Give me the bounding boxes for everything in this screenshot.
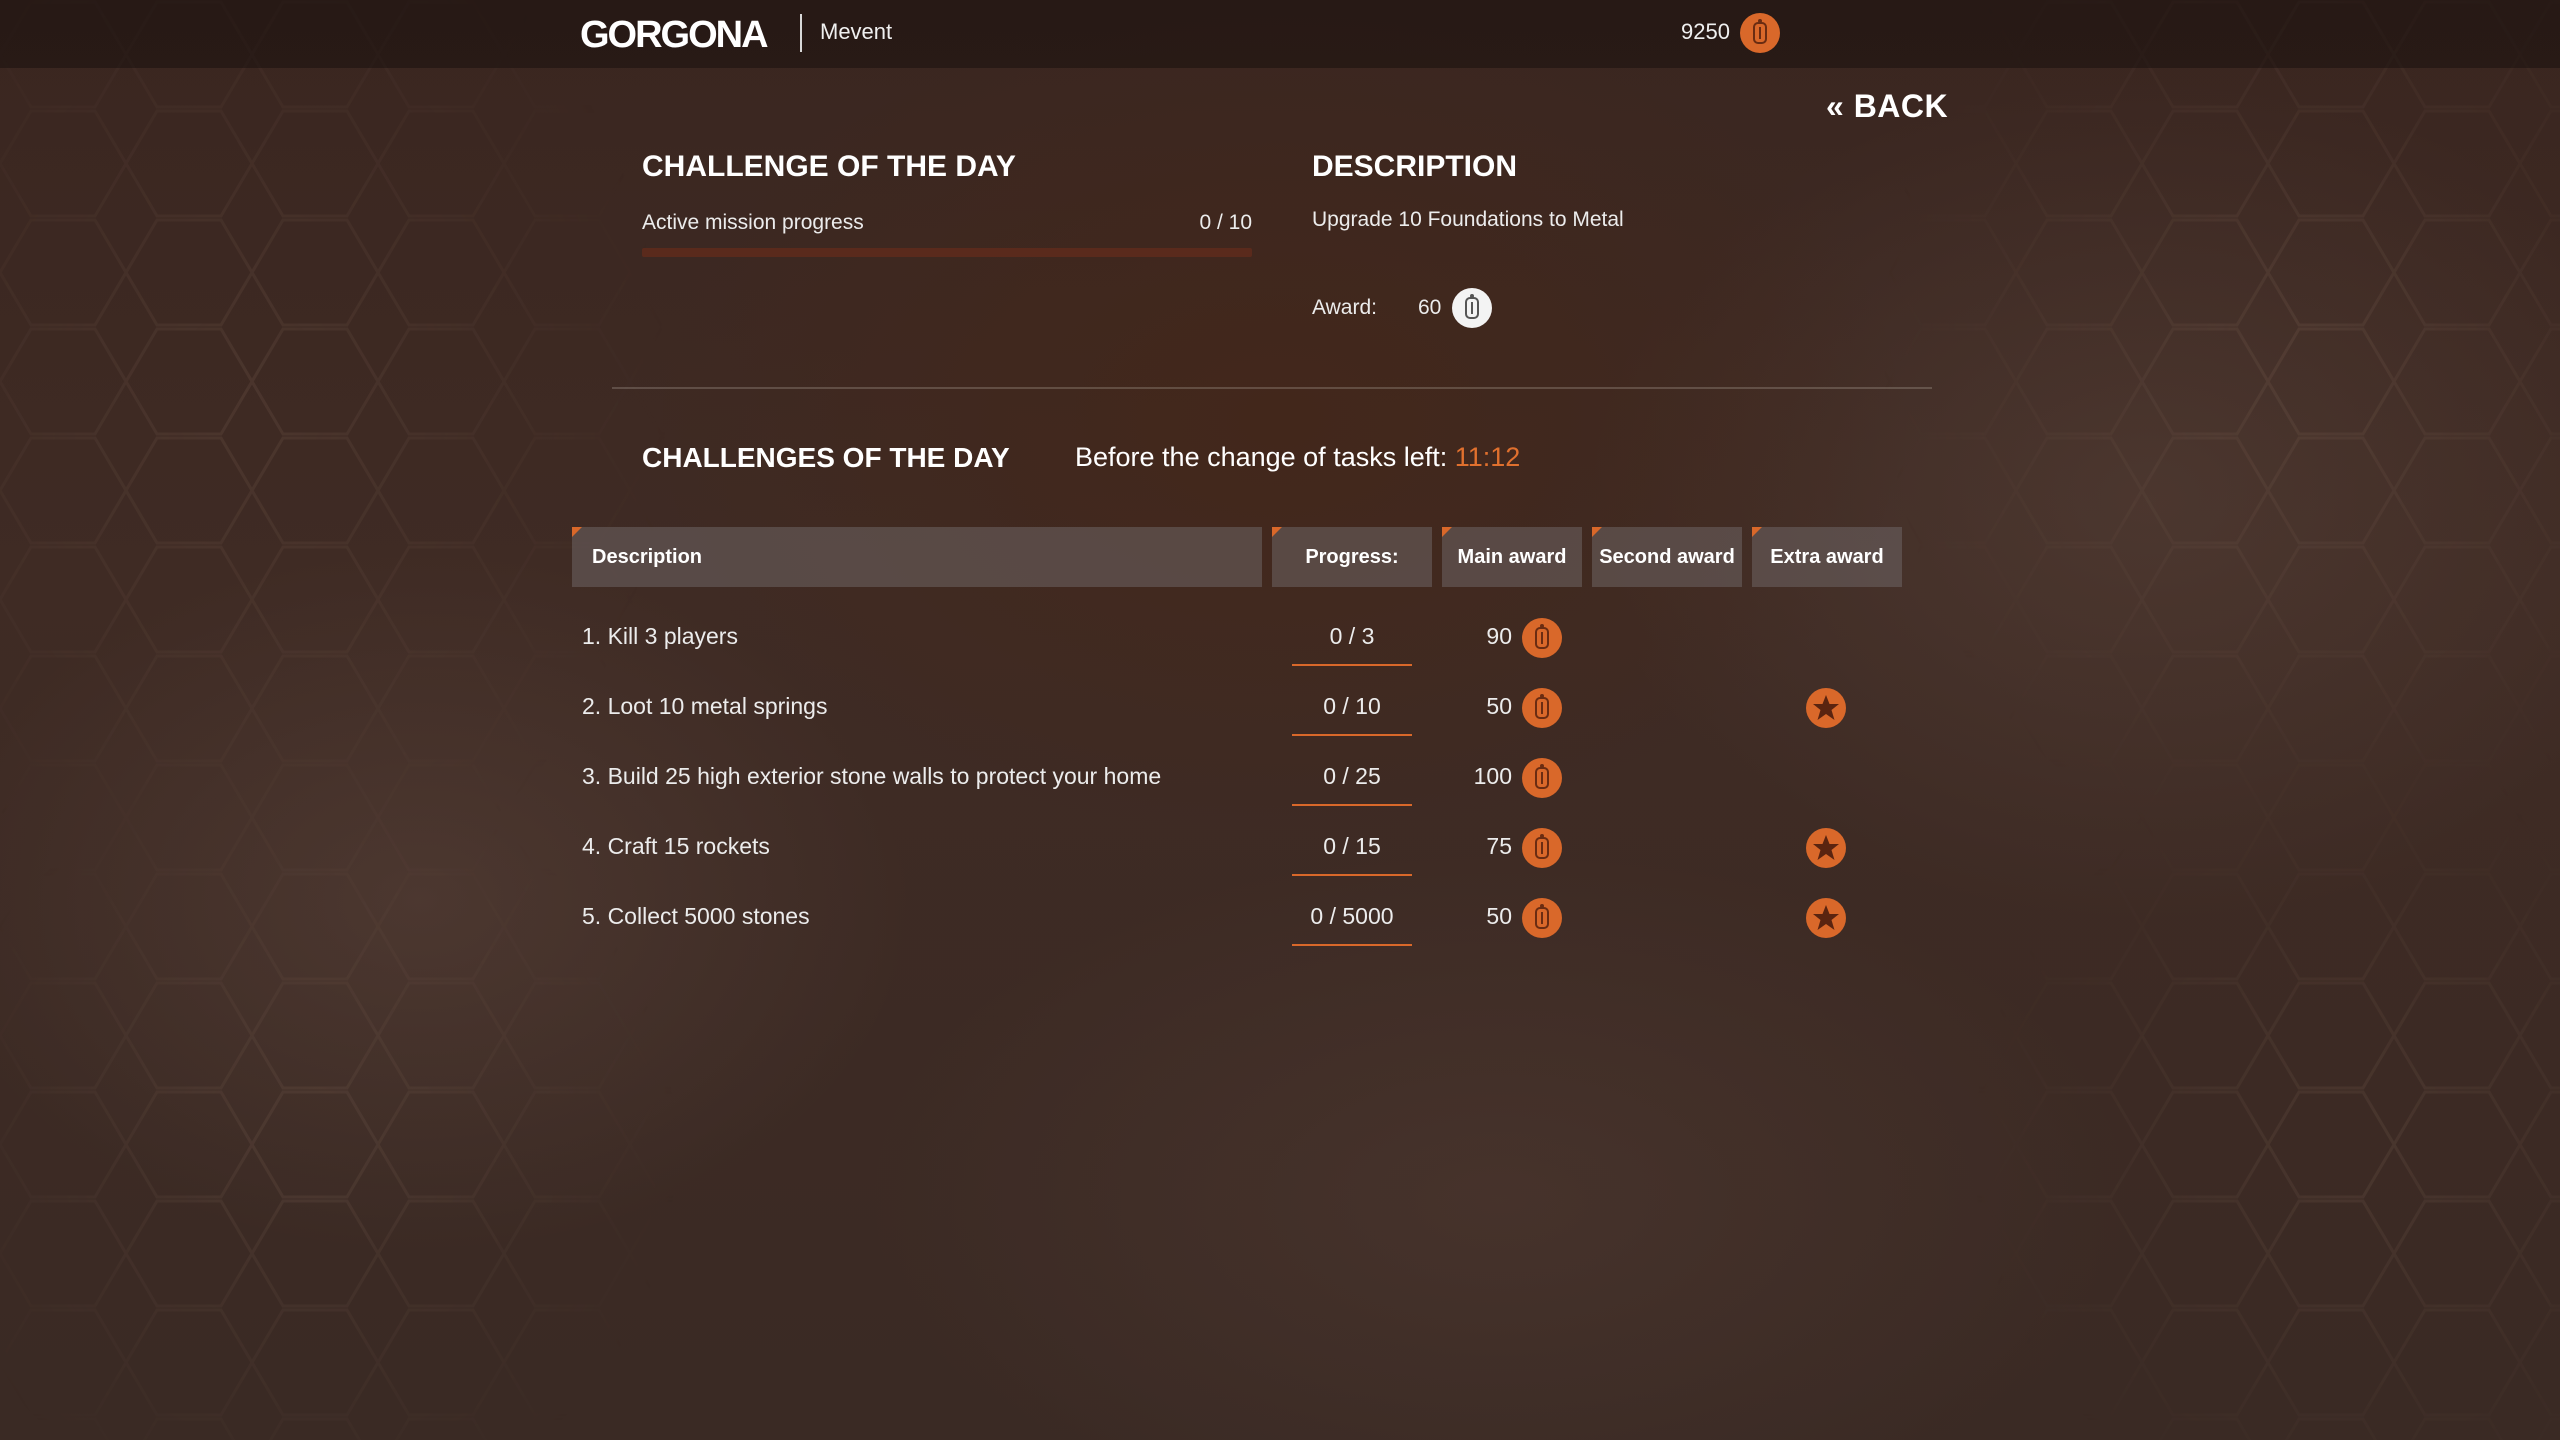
challenge-progress: 0 / 10 [1292,688,1412,736]
column-header-second-award: Second award [1592,527,1742,587]
active-progress-bar [642,248,1252,257]
challenge-progress: 0 / 3 [1292,618,1412,666]
header-divider [800,14,802,52]
task-timer: Before the change of tasks left: 11:12 [1075,442,1520,473]
challenge-description: 4. Craft 15 rockets [582,833,770,859]
award-coin-icon [1452,288,1492,328]
extra-award-star-icon[interactable] [1806,898,1846,938]
top-bar: GORGONA Mevent 9250 [0,0,2560,68]
column-header-main-award: Main award [1442,527,1582,587]
server-name: Mevent [820,19,893,44]
task-timer-value: 11:12 [1454,442,1521,472]
award-value: 60 [1418,296,1442,319]
extra-award-star-icon[interactable] [1806,688,1846,728]
challenge-description: 3. Build 25 high exterior stone walls to… [582,763,1162,789]
extra-award-star-icon[interactable] [1806,828,1846,868]
column-header-progress: Progress: [1272,527,1432,587]
currency-coin-icon [1740,13,1780,53]
balance-amount: 9250 [1681,19,1730,44]
active-progress-value: 0 / 10 [1199,211,1252,234]
task-timer-label: Before the change of tasks left: [1075,442,1448,472]
main-award-coin-icon [1522,758,1562,798]
main-award-value: 50 [1486,693,1512,719]
main-award-coin-icon [1522,898,1562,938]
challenge-of-the-day-title: CHALLENGE OF THE DAY [642,150,1016,183]
challenge-progress: 0 / 25 [1292,758,1412,806]
section-separator [612,387,1932,389]
back-button[interactable]: « BACK [1826,88,1948,125]
description-text: Upgrade 10 Foundations to Metal [1312,208,1624,231]
main-award-value: 100 [1473,763,1512,789]
main-award-coin-icon [1522,828,1562,868]
main-award-value: 50 [1486,903,1512,929]
challenge-description: 1. Kill 3 players [582,623,738,649]
svg-text:GORGONA: GORGONA [580,14,768,54]
challenge-description: 5. Collect 5000 stones [582,903,810,929]
main-award-value: 90 [1486,623,1512,649]
active-progress-label: Active mission progress [642,211,864,234]
gorgona-logo[interactable]: GORGONA [580,14,780,56]
main-award-coin-icon [1522,688,1562,728]
column-header-description: Description [572,527,1262,587]
challenges-of-the-day-title: CHALLENGES OF THE DAY [642,442,1010,473]
award-label: Award: [1312,296,1377,319]
challenge-progress: 0 / 5000 [1292,898,1412,946]
description-title: DESCRIPTION [1312,150,1518,183]
main-award-value: 75 [1486,833,1512,859]
challenge-description: 2. Loot 10 metal springs [582,693,828,719]
column-header-extra-award: Extra award [1752,527,1902,587]
main-award-coin-icon [1522,618,1562,658]
challenge-progress: 0 / 15 [1292,828,1412,876]
hex-pattern-background [0,0,2560,1440]
